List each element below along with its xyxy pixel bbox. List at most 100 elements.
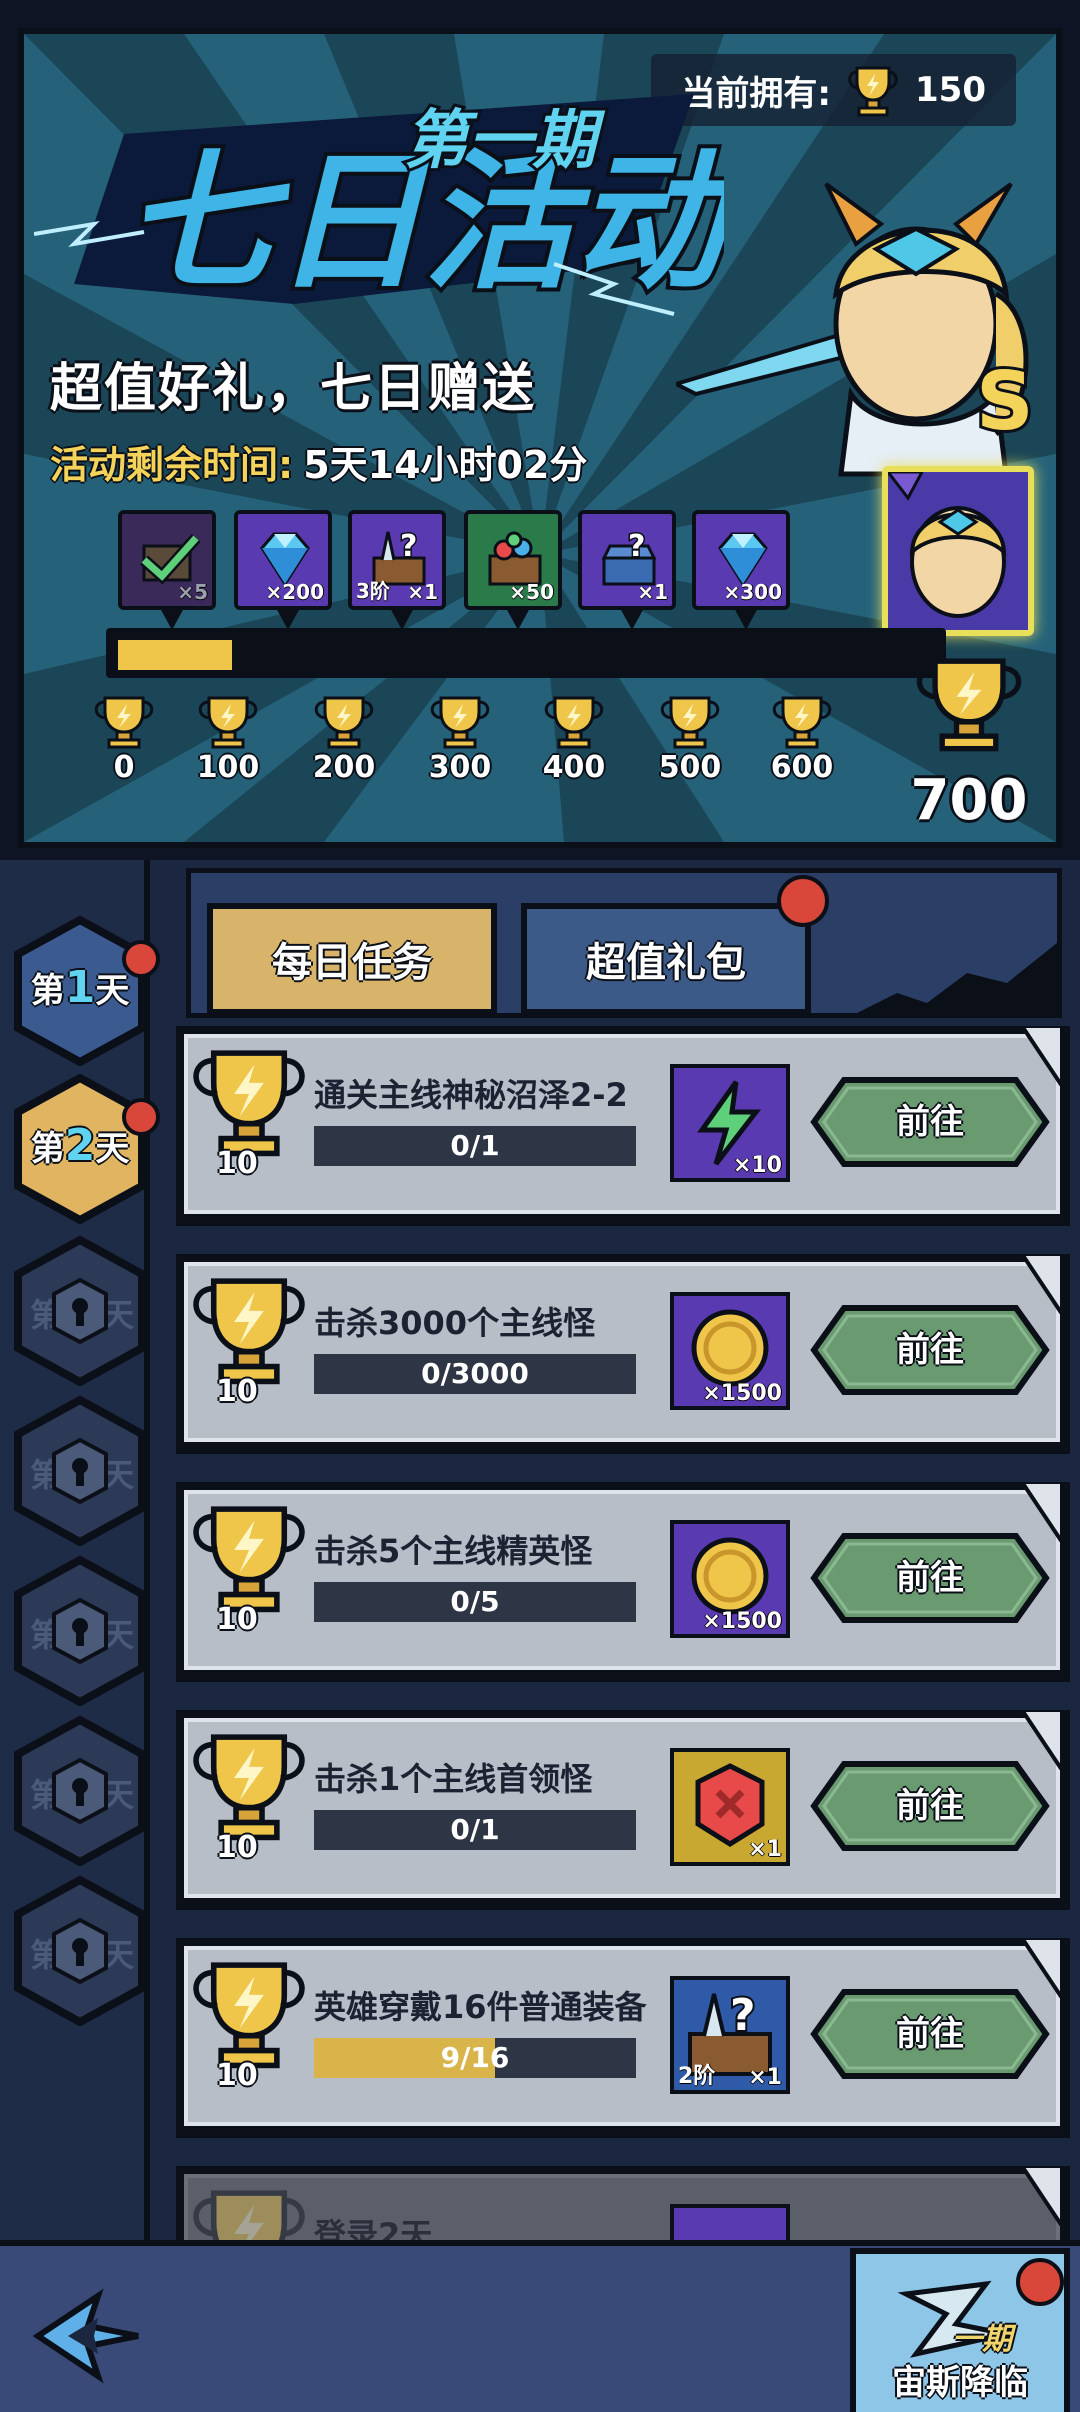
reward-qty: ×1 <box>407 580 438 604</box>
trophy-icon <box>314 696 374 749</box>
day-tab-2[interactable]: 第2天 <box>10 1074 150 1224</box>
seven-day-event-screen: 当前拥有: 150 七日活动 第一期 超值好礼，七日赠送 活动剩余时间: 5天14… <box>0 0 1080 2412</box>
go-button-label: 前往 <box>896 1330 964 1370</box>
task-points: 10 <box>216 2058 258 2093</box>
event-title-graphic: 七日活动 第一期 <box>33 94 746 316</box>
task-row: 10 击杀5个主线精英怪 0/5 ×1500 前往 <box>176 1482 1070 1682</box>
task-name: 通关主线神秘沼泽2-2 <box>314 1076 628 1114</box>
task-reward-item[interactable]: ×1500 <box>670 1292 790 1410</box>
lock-icon <box>52 1277 108 1345</box>
milestone-value: 300 <box>428 750 492 785</box>
go-button-label: 前往 <box>896 1102 964 1142</box>
task-points: 10 <box>216 1602 258 1637</box>
reward-slot[interactable]: ? ×1 <box>578 510 676 630</box>
reward-tier: 3阶 <box>356 579 390 603</box>
go-button[interactable]: 前往 <box>808 1074 1052 1170</box>
task-reward-qty: ×10 <box>732 1153 782 1178</box>
trophy-icon <box>94 696 154 749</box>
task-points: 10 <box>216 1830 258 1865</box>
task-reward-tier: 2阶 <box>678 2064 716 2089</box>
task-panel: 第1天 第2天 第天 第天 第天 第天 第天 每日任务 超值礼包 10 通关主线… <box>0 860 1080 2366</box>
go-button[interactable]: 前往 <box>808 1758 1052 1854</box>
task-progress-bar: 9/16 <box>314 2038 636 2078</box>
trophy-icon <box>772 696 832 749</box>
hero-shard-icon <box>884 470 1007 618</box>
reward-qty: ×300 <box>723 580 782 604</box>
task-progress-text: 0/3000 <box>421 1357 529 1390</box>
tab-daily-tasks[interactable]: 每日任务 <box>207 903 497 1015</box>
milestone-value: 0 <box>113 750 135 785</box>
task-progress-text: 0/1 <box>450 1813 500 1846</box>
day-tab-1[interactable]: 第1天 <box>10 916 150 1066</box>
reward-slot[interactable]: ×300 <box>692 510 790 630</box>
corner-flag-icon <box>1022 2166 1062 2226</box>
task-reward-item[interactable]: ×1 <box>670 1748 790 1866</box>
go-button[interactable]: 前往 <box>808 1302 1052 1398</box>
go-button[interactable]: 前往 <box>808 1986 1052 2082</box>
reward-slot[interactable]: ×200 <box>234 510 332 630</box>
day-tab-locked[interactable]: 第天 <box>10 1556 150 1706</box>
zeus-event-entry[interactable]: 一期 宙斯降临 <box>850 2248 1070 2412</box>
milestone: 400 <box>526 694 622 785</box>
back-arrow-icon[interactable] <box>28 2286 148 2386</box>
task-points: 10 <box>216 1146 258 1181</box>
milestone-value: 200 <box>312 750 376 785</box>
trophy-icon <box>430 696 490 749</box>
reward-qty: ×5 <box>177 580 208 604</box>
go-button-label: 前往 <box>896 1786 964 1826</box>
timer-value: 5天14小时02分 <box>303 443 588 487</box>
tab-value-gift-pack[interactable]: 超值礼包 <box>521 903 811 1015</box>
day-tab-locked[interactable]: 第天 <box>10 1716 150 1866</box>
task-reward-item[interactable]: ×1500 <box>670 1520 790 1638</box>
event-progress-fill <box>118 640 232 670</box>
event-title: 七日活动 第一期 <box>33 74 746 324</box>
trophy-icon <box>544 696 604 749</box>
lock-icon <box>52 1437 108 1505</box>
crack-decoration <box>857 943 1057 1013</box>
hero-portrait: S <box>670 174 1046 494</box>
trophy-icon <box>916 658 1022 752</box>
day-selector: 第1天 第2天 第天 第天 第天 第天 第天 <box>0 860 160 2240</box>
task-reward-qty: ×1500 <box>702 1609 782 1634</box>
task-tabs: 每日任务 超值礼包 <box>186 868 1062 1018</box>
go-button[interactable]: 前往 <box>808 1530 1052 1626</box>
title-period-text: 第一期 <box>404 104 606 178</box>
task-reward-item[interactable]: ? 2阶 ×1 <box>670 1976 790 2094</box>
task-progress-bar: 0/1 <box>314 1810 636 1850</box>
reward-slot[interactable]: ×50 <box>464 510 562 630</box>
go-button-label: 前往 <box>896 1558 964 1598</box>
hero-illustration: S <box>670 182 1037 477</box>
final-reward-hero[interactable] <box>882 466 1034 636</box>
lock-icon <box>52 1597 108 1665</box>
task-reward-qty: ×1 <box>748 2065 782 2090</box>
milestone-value: 600 <box>770 750 834 785</box>
milestone: 600 <box>754 694 850 785</box>
task-row: 10 英雄穿戴16件普通装备 9/16? 2阶 ×1 前往 <box>176 1938 1070 2138</box>
task-progress-bar: 0/5 <box>314 1582 636 1622</box>
task-name: 英雄穿戴16件普通装备 <box>314 1988 647 2026</box>
reward-slot[interactable]: ? 3阶 ×1 <box>348 510 446 630</box>
reward-slot[interactable]: ×5 <box>118 510 216 630</box>
task-reward-item[interactable]: ×10 <box>670 1064 790 1182</box>
event-progress-bar <box>106 628 946 678</box>
day-tab-locked[interactable]: 第天 <box>10 1236 150 1386</box>
final-milestone-value: 700 <box>910 768 1028 833</box>
zeus-event-period: 一期 <box>952 2322 1012 2357</box>
task-progress-text: 0/1 <box>450 1129 500 1162</box>
event-banner: 当前拥有: 150 七日活动 第一期 超值好礼，七日赠送 活动剩余时间: 5天14… <box>18 28 1062 848</box>
day-tab-locked[interactable]: 第天 <box>10 1876 150 2026</box>
task-progress-bar: 0/1 <box>314 1126 636 1166</box>
task-name: 击杀1个主线首领怪 <box>314 1760 593 1798</box>
milestone: 300 <box>412 694 508 785</box>
svg-text:?: ? <box>400 529 417 564</box>
milestone-value: 100 <box>196 750 260 785</box>
event-timer: 活动剩余时间: 5天14小时02分 <box>50 434 587 489</box>
task-progress-bar: 0/3000 <box>314 1354 636 1394</box>
trophy-icon <box>660 696 720 749</box>
notification-dot <box>1016 2258 1064 2306</box>
svg-text:?: ? <box>730 1990 756 2041</box>
task-row: 10 击杀1个主线首领怪 0/1 ×1 前往 <box>176 1710 1070 1910</box>
notification-dot <box>122 940 160 978</box>
day-tab-locked[interactable]: 第天 <box>10 1396 150 1546</box>
task-row: 10 通关主线神秘沼泽2-2 0/1 ×10 前往 <box>176 1026 1070 1226</box>
